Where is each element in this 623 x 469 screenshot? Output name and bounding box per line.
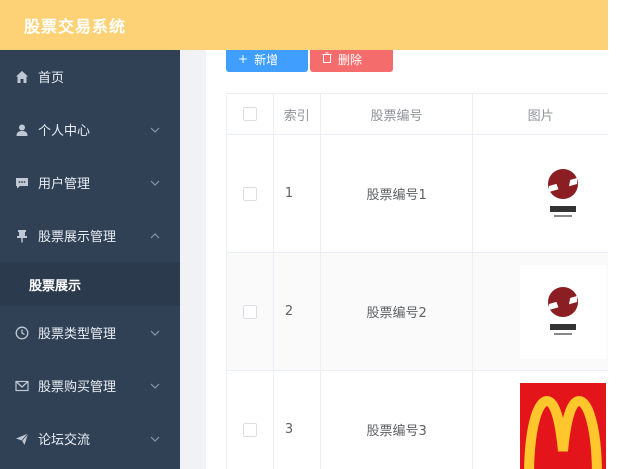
table-header-row: 索引 股票编号 图片 xyxy=(227,94,608,135)
column-header-code[interactable]: 股票编号 xyxy=(321,94,474,134)
tongling-logo-image xyxy=(519,146,606,241)
clock-icon xyxy=(15,326,29,340)
chevron-down-icon xyxy=(150,180,160,186)
top-bar: 股票交易系统 xyxy=(0,0,608,50)
row-index: 3 xyxy=(274,371,321,469)
sidebar-subitem-stock-display[interactable]: 股票展示 xyxy=(0,262,180,306)
delete-button-label: 删除 xyxy=(338,52,363,67)
tongling-logo-image xyxy=(519,264,606,359)
row-image-cell xyxy=(473,371,608,469)
add-button-label: 新增 xyxy=(254,52,279,67)
plus-icon: + xyxy=(238,52,249,66)
sidebar-item-label: 股票展示管理 xyxy=(38,230,117,245)
sidebar-item-stock-purchase-management[interactable]: 股票购买管理 xyxy=(0,359,180,412)
sidebar-item-forum[interactable]: 论坛交流 xyxy=(0,412,180,465)
add-button[interactable]: + 新增 xyxy=(226,50,308,72)
table-row[interactable]: 1 股票编号1 xyxy=(227,135,608,253)
chat-icon xyxy=(15,176,29,190)
mcdonalds-logo-image xyxy=(519,382,606,469)
window-edge xyxy=(608,0,623,469)
chevron-down-icon xyxy=(150,330,160,336)
sidebar: 首页 个人中心 用户管理 股票展示管理 股票展示 股票类型管理 股票购买管理 论… xyxy=(0,50,180,469)
row-checkbox[interactable] xyxy=(242,186,257,201)
row-checkbox[interactable] xyxy=(242,304,257,319)
row-checkbox-cell xyxy=(227,371,274,469)
app-title: 股票交易系统 xyxy=(24,17,127,36)
chevron-up-icon xyxy=(150,232,160,238)
table-row[interactable]: 3 股票编号3 xyxy=(227,371,608,469)
sidebar-item-label: 股票购买管理 xyxy=(38,380,117,395)
sidebar-item-label: 首页 xyxy=(38,71,65,86)
column-header-image[interactable]: 图片 xyxy=(473,94,608,134)
row-checkbox[interactable] xyxy=(242,422,257,437)
sidebar-item-label: 用户管理 xyxy=(38,177,91,192)
row-image-cell xyxy=(473,253,608,370)
sidebar-item-label: 个人中心 xyxy=(38,124,91,139)
delete-button[interactable]: 删除 xyxy=(310,50,393,72)
chevron-down-icon xyxy=(150,127,160,133)
send-icon xyxy=(15,432,29,446)
sidebar-subitem-label: 股票展示 xyxy=(29,278,82,294)
row-checkbox-cell xyxy=(227,135,274,252)
row-stock-code: 股票编号1 xyxy=(321,135,474,252)
row-index: 1 xyxy=(274,135,321,252)
mail-icon xyxy=(15,379,29,393)
chevron-down-icon xyxy=(150,436,160,442)
chevron-down-icon xyxy=(150,383,160,389)
row-checkbox-cell xyxy=(227,253,274,370)
stock-table: 索引 股票编号 图片 1 股票编号1 2 股票编号2 3 股票编号3 xyxy=(226,93,608,469)
sidebar-item-label: 股票类型管理 xyxy=(38,327,117,342)
row-index: 2 xyxy=(274,253,321,370)
row-stock-code: 股票编号3 xyxy=(321,371,474,469)
header-checkbox-cell xyxy=(227,94,274,134)
pin-icon xyxy=(15,229,29,243)
row-stock-code: 股票编号2 xyxy=(321,253,474,370)
sidebar-item-stock-display-management[interactable]: 股票展示管理 xyxy=(0,209,180,262)
content-panel: + 新增 删除 索引 股票编号 图片 1 股票编号1 2 股票编号2 3 股票编… xyxy=(206,50,608,469)
sidebar-item-home[interactable]: 首页 xyxy=(0,50,180,103)
select-all-checkbox[interactable] xyxy=(242,107,257,121)
trash-icon xyxy=(322,52,332,66)
sidebar-item-user-management[interactable]: 用户管理 xyxy=(0,156,180,209)
sidebar-item-stock-type-management[interactable]: 股票类型管理 xyxy=(0,306,180,359)
home-icon xyxy=(15,70,29,84)
main-area: + 新增 删除 索引 股票编号 图片 1 股票编号1 2 股票编号2 3 股票编… xyxy=(180,50,608,469)
column-header-index[interactable]: 索引 xyxy=(274,94,321,134)
user-icon xyxy=(15,123,29,137)
row-image-cell xyxy=(473,135,608,252)
sidebar-item-label: 论坛交流 xyxy=(38,433,91,448)
sidebar-item-personal-center[interactable]: 个人中心 xyxy=(0,103,180,156)
table-row[interactable]: 2 股票编号2 xyxy=(227,253,608,371)
